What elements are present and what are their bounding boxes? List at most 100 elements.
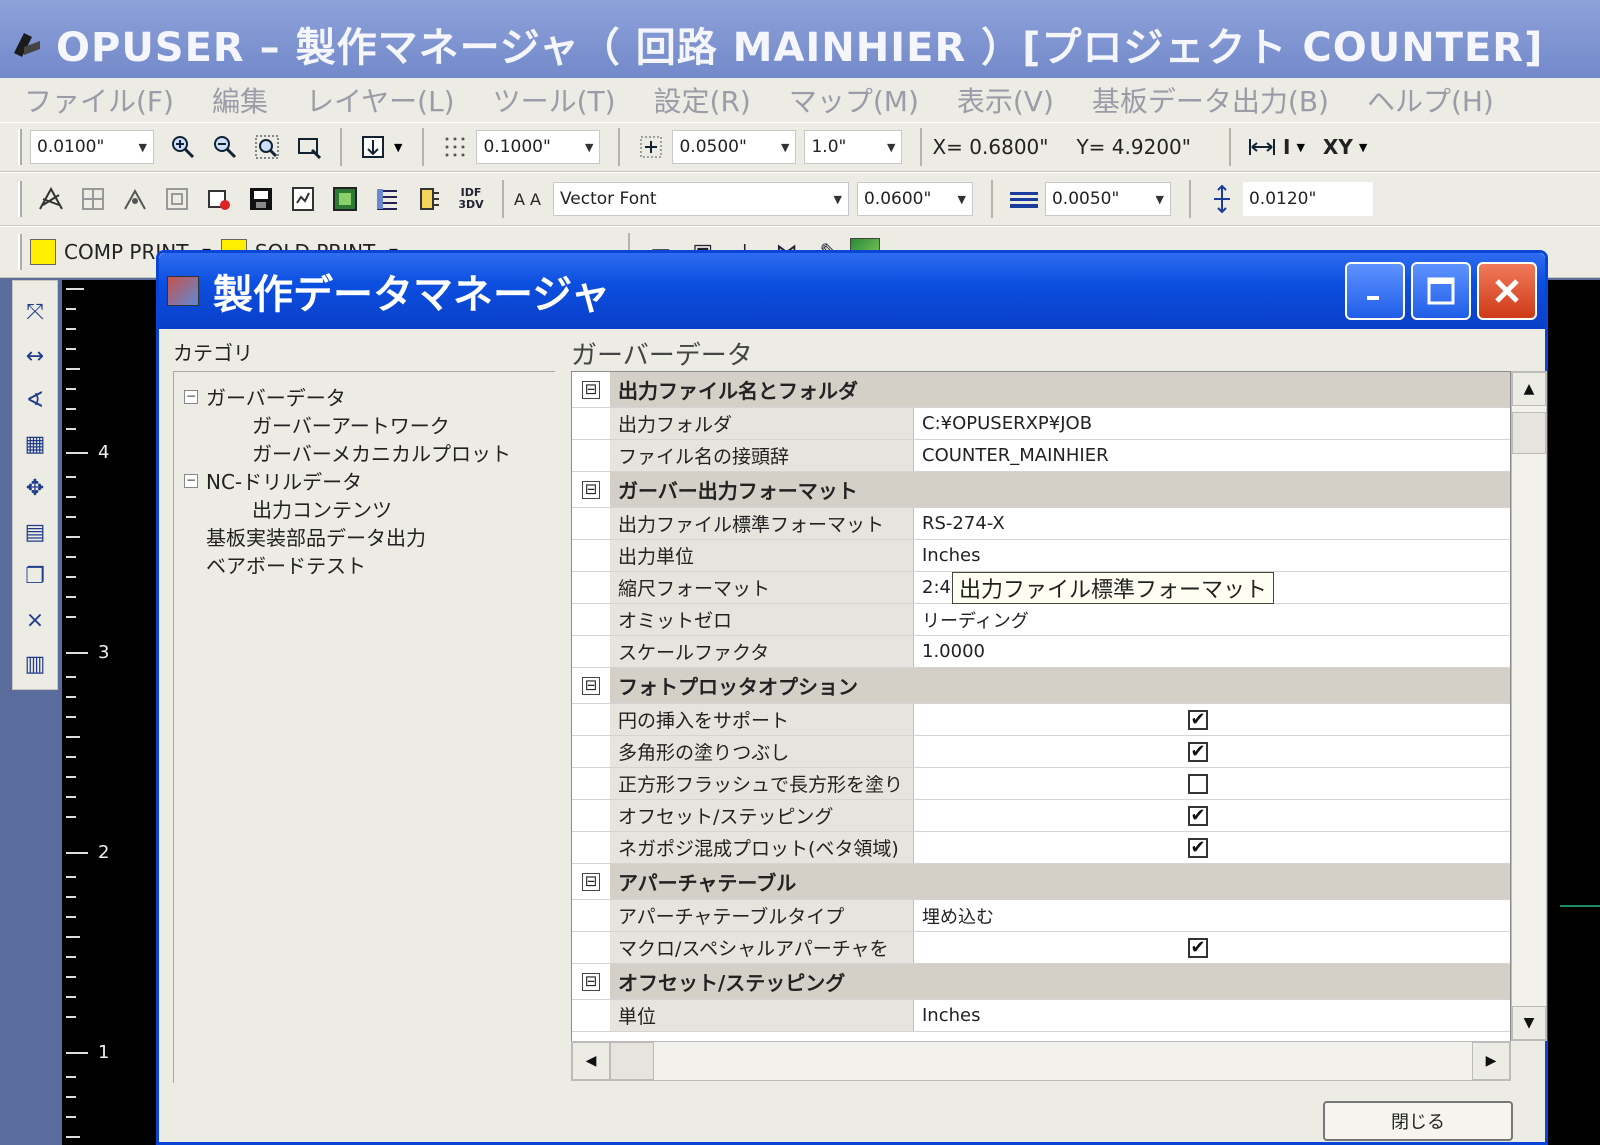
tree-item-bare-board-test[interactable]: ベアボードテスト [206, 550, 366, 579]
step-icon[interactable] [633, 129, 669, 165]
property-row[interactable]: 縮尺フォーマット 2:4 出力ファイル標準フォーマット [572, 572, 1510, 604]
mode-i-button[interactable]: I [1283, 135, 1290, 159]
output-unit-value[interactable]: Inches [914, 540, 1510, 571]
maximize-button[interactable] [1411, 262, 1471, 320]
place-part-icon[interactable] [117, 181, 153, 217]
minimize-button[interactable] [1345, 262, 1405, 320]
tree-item-gerber-data[interactable]: − ガーバーデータ [184, 382, 346, 411]
zoom-window-icon[interactable] [291, 129, 327, 165]
stack-tool-icon[interactable]: ▥ [18, 645, 52, 683]
dialog-titlebar[interactable]: 製作データマネージャ [159, 253, 1545, 329]
align-tool-icon[interactable]: ⨯ [18, 601, 52, 639]
angle-tool-icon[interactable]: ∢ [18, 381, 52, 419]
property-row[interactable]: マクロ/スペシャルアパーチャを ✔ [572, 932, 1510, 964]
property-row[interactable]: 単位 Inches [572, 1000, 1510, 1032]
menu-map[interactable]: マップ(M) [789, 80, 919, 120]
scroll-thumb[interactable] [610, 1042, 654, 1080]
chevron-down-icon[interactable]: ▼ [1359, 141, 1367, 154]
zoom-out-icon[interactable] [207, 129, 243, 165]
zoom-fit-icon[interactable] [249, 129, 285, 165]
horizontal-scrollbar[interactable]: ◀ ▶ [571, 1041, 1511, 1081]
snap-combo[interactable]: 0.0100" ▼ [30, 130, 154, 164]
property-row[interactable]: スケールファクタ 1.0000 [572, 636, 1510, 668]
ratsnest-icon[interactable] [33, 181, 69, 217]
macro-aperture-checkbox[interactable]: ✔ [1188, 937, 1208, 958]
property-row[interactable]: 多角形の塗りつぶし ✔ [572, 736, 1510, 768]
zoom-in-icon[interactable] [165, 129, 201, 165]
property-row[interactable]: ファイル名の接頭辞 COUNTER_MAINHIER [572, 440, 1510, 472]
layer-stack-icon[interactable] [369, 181, 405, 217]
font-combo[interactable]: Vector Font ▼ [552, 182, 849, 216]
tree-item-output-contents[interactable]: 出力コンテンツ [252, 494, 392, 523]
circle-support-checkbox[interactable]: ✔ [1188, 709, 1208, 730]
section-aperture-table[interactable]: ⊟ アパーチャテーブル [572, 864, 1510, 900]
section-offset-stepping[interactable]: ⊟ オフセット/ステッピング [572, 964, 1510, 1000]
section-output-file[interactable]: ⊟ 出力ファイル名とフォルダ [572, 372, 1510, 408]
property-row[interactable]: 出力単位 Inches [572, 540, 1510, 572]
text-size-combo[interactable]: 0.0600" ▼ [856, 182, 973, 216]
tree-item-nc-drill[interactable]: − NC-ドリルデータ [184, 466, 362, 495]
collapse-icon[interactable]: ⊟ [582, 480, 600, 499]
offset-stepping-checkbox[interactable]: ✔ [1188, 805, 1208, 826]
copy-tool-icon[interactable]: ❐ [18, 557, 52, 595]
move-tool-icon[interactable]: ✥ [18, 469, 52, 507]
property-row[interactable]: 出力ファイル標準フォーマット RS-274-X [572, 508, 1510, 540]
menu-board-output[interactable]: 基板データ出力(B) [1092, 80, 1329, 120]
line-width-combo[interactable]: 0.0050" ▼ [1044, 182, 1171, 216]
property-row[interactable]: 正方形フラッシュで長方形を塗り [572, 768, 1510, 800]
close-button[interactable]: 閉じる [1323, 1101, 1513, 1141]
drawing-canvas-right[interactable] [1540, 280, 1600, 1145]
property-row[interactable]: ネガポジ混成プロット(ベタ領域) ✔ [572, 832, 1510, 864]
drc-icon[interactable] [201, 181, 237, 217]
board-view-icon[interactable] [327, 181, 363, 217]
report-icon[interactable] [285, 181, 321, 217]
property-row[interactable]: アパーチャテーブルタイプ 埋め込む [572, 900, 1510, 932]
spacing-icon[interactable] [1204, 181, 1240, 217]
aperture-table-type-value[interactable]: 埋め込む [914, 900, 1510, 931]
toolbar-grip[interactable] [18, 129, 22, 165]
section-gerber-format[interactable]: ⊟ ガーバー出力フォーマット [572, 472, 1510, 508]
edit-tool-icon[interactable]: ▤ [18, 513, 52, 551]
polygon-fill-checkbox[interactable]: ✔ [1188, 741, 1208, 762]
omit-zero-value[interactable]: リーディング [914, 604, 1510, 635]
collapse-icon[interactable]: ⊟ [582, 972, 600, 991]
offset-unit-value[interactable]: Inches [914, 1000, 1510, 1031]
toolbar-grip[interactable] [18, 234, 22, 270]
scale-factor-value[interactable]: 1.0000 [914, 636, 1510, 667]
snap-mode-icon[interactable] [355, 129, 391, 165]
collapse-icon[interactable]: ⊟ [582, 676, 600, 695]
menu-file[interactable]: ファイル(F) [24, 80, 174, 120]
menu-view[interactable]: 表示(V) [957, 80, 1054, 120]
step-combo[interactable]: 0.0500" ▼ [672, 130, 797, 164]
component-icon[interactable] [411, 181, 447, 217]
grid-icon[interactable] [437, 129, 473, 165]
menu-edit[interactable]: 編集 [212, 80, 268, 120]
tree-item-gerber-artwork[interactable]: ガーバーアートワーク [252, 410, 450, 439]
menu-help[interactable]: ヘルプ(H) [1367, 80, 1494, 120]
output-folder-value[interactable]: C:¥OPUSERXP¥JOB [914, 408, 1510, 439]
scroll-down-button[interactable]: ▼ [1512, 1006, 1546, 1040]
grid-array-icon[interactable] [75, 181, 111, 217]
scroll-up-button[interactable]: ▲ [1512, 372, 1546, 406]
ratio-combo[interactable]: 1.0" ▼ [804, 130, 903, 164]
app-titlebar[interactable]: OPUSER – 製作マネージャ（ 回路 MAINHIER ）[プロジェクト C… [0, 0, 1600, 88]
property-row[interactable]: オミットゼロ リーディング [572, 604, 1510, 636]
scroll-thumb[interactable] [1512, 412, 1546, 454]
dimension-tool-icon[interactable]: ↔ [18, 337, 52, 375]
measure-icon[interactable] [1244, 129, 1280, 165]
route-icon[interactable] [159, 181, 195, 217]
chevron-down-icon[interactable]: ▼ [1296, 141, 1304, 154]
collapse-icon[interactable]: − [184, 473, 198, 488]
select-tool-icon[interactable]: ⤧ [18, 293, 52, 331]
menu-layer[interactable]: レイヤー(L) [306, 80, 455, 120]
file-prefix-value[interactable]: COUNTER_MAINHIER [914, 440, 1510, 471]
tree-item-gerber-mech-plot[interactable]: ガーバーメカニカルプロット [252, 438, 511, 467]
save-drawing-icon[interactable] [243, 181, 279, 217]
line-width-icon[interactable] [1006, 181, 1042, 217]
chevron-down-icon[interactable]: ▼ [394, 141, 402, 154]
vertical-scrollbar[interactable]: ▲ ▼ [1511, 371, 1547, 1041]
property-row[interactable]: オフセット/ステッピング ✔ [572, 800, 1510, 832]
close-window-button[interactable] [1477, 262, 1537, 320]
property-row[interactable]: 円の挿入をサポート ✔ [572, 704, 1510, 736]
collapse-icon[interactable]: ⊟ [582, 380, 600, 399]
